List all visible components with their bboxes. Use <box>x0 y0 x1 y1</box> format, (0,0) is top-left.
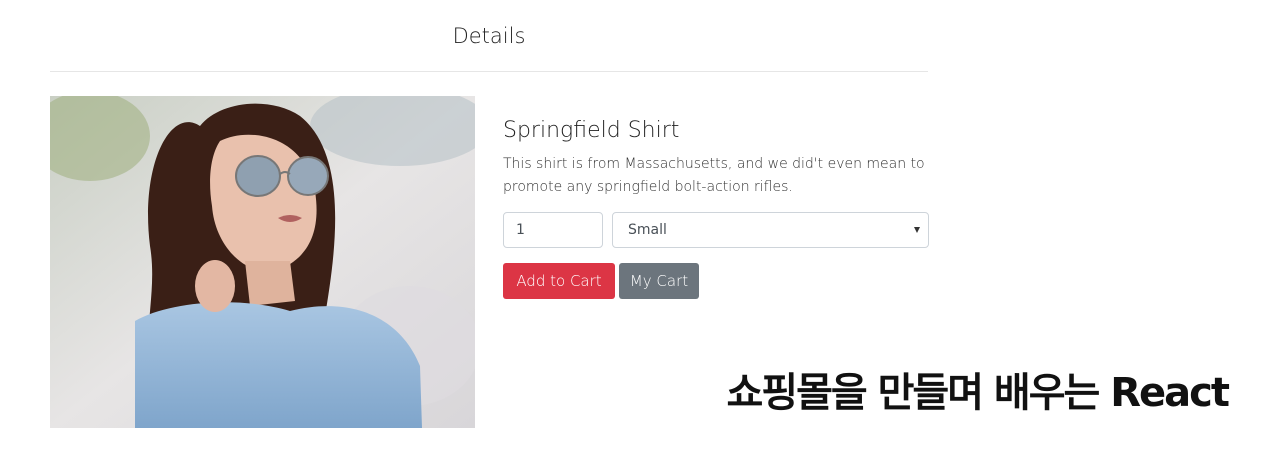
banner-caption: 쇼핑몰을 만들며 배우는 React <box>726 370 1230 416</box>
product-image <box>50 96 475 428</box>
quantity-input[interactable] <box>503 212 603 248</box>
page-header: Details <box>50 0 928 72</box>
product-title: Springfield Shirt <box>503 118 680 143</box>
my-cart-button[interactable]: My Cart <box>619 263 699 299</box>
purchase-options: Small <box>503 212 929 248</box>
product-photo-illustration <box>50 96 475 428</box>
product-info: Springfield Shirt This shirt is from Mas… <box>503 118 929 199</box>
page-title: Details <box>452 23 526 48</box>
product-description: This shirt is from Massachusetts, and we… <box>503 156 925 195</box>
chevron-down-icon <box>914 227 920 233</box>
size-select[interactable]: Small <box>612 212 929 248</box>
add-to-cart-button[interactable]: Add to Cart <box>503 263 615 299</box>
size-select-value: Small <box>628 222 667 238</box>
